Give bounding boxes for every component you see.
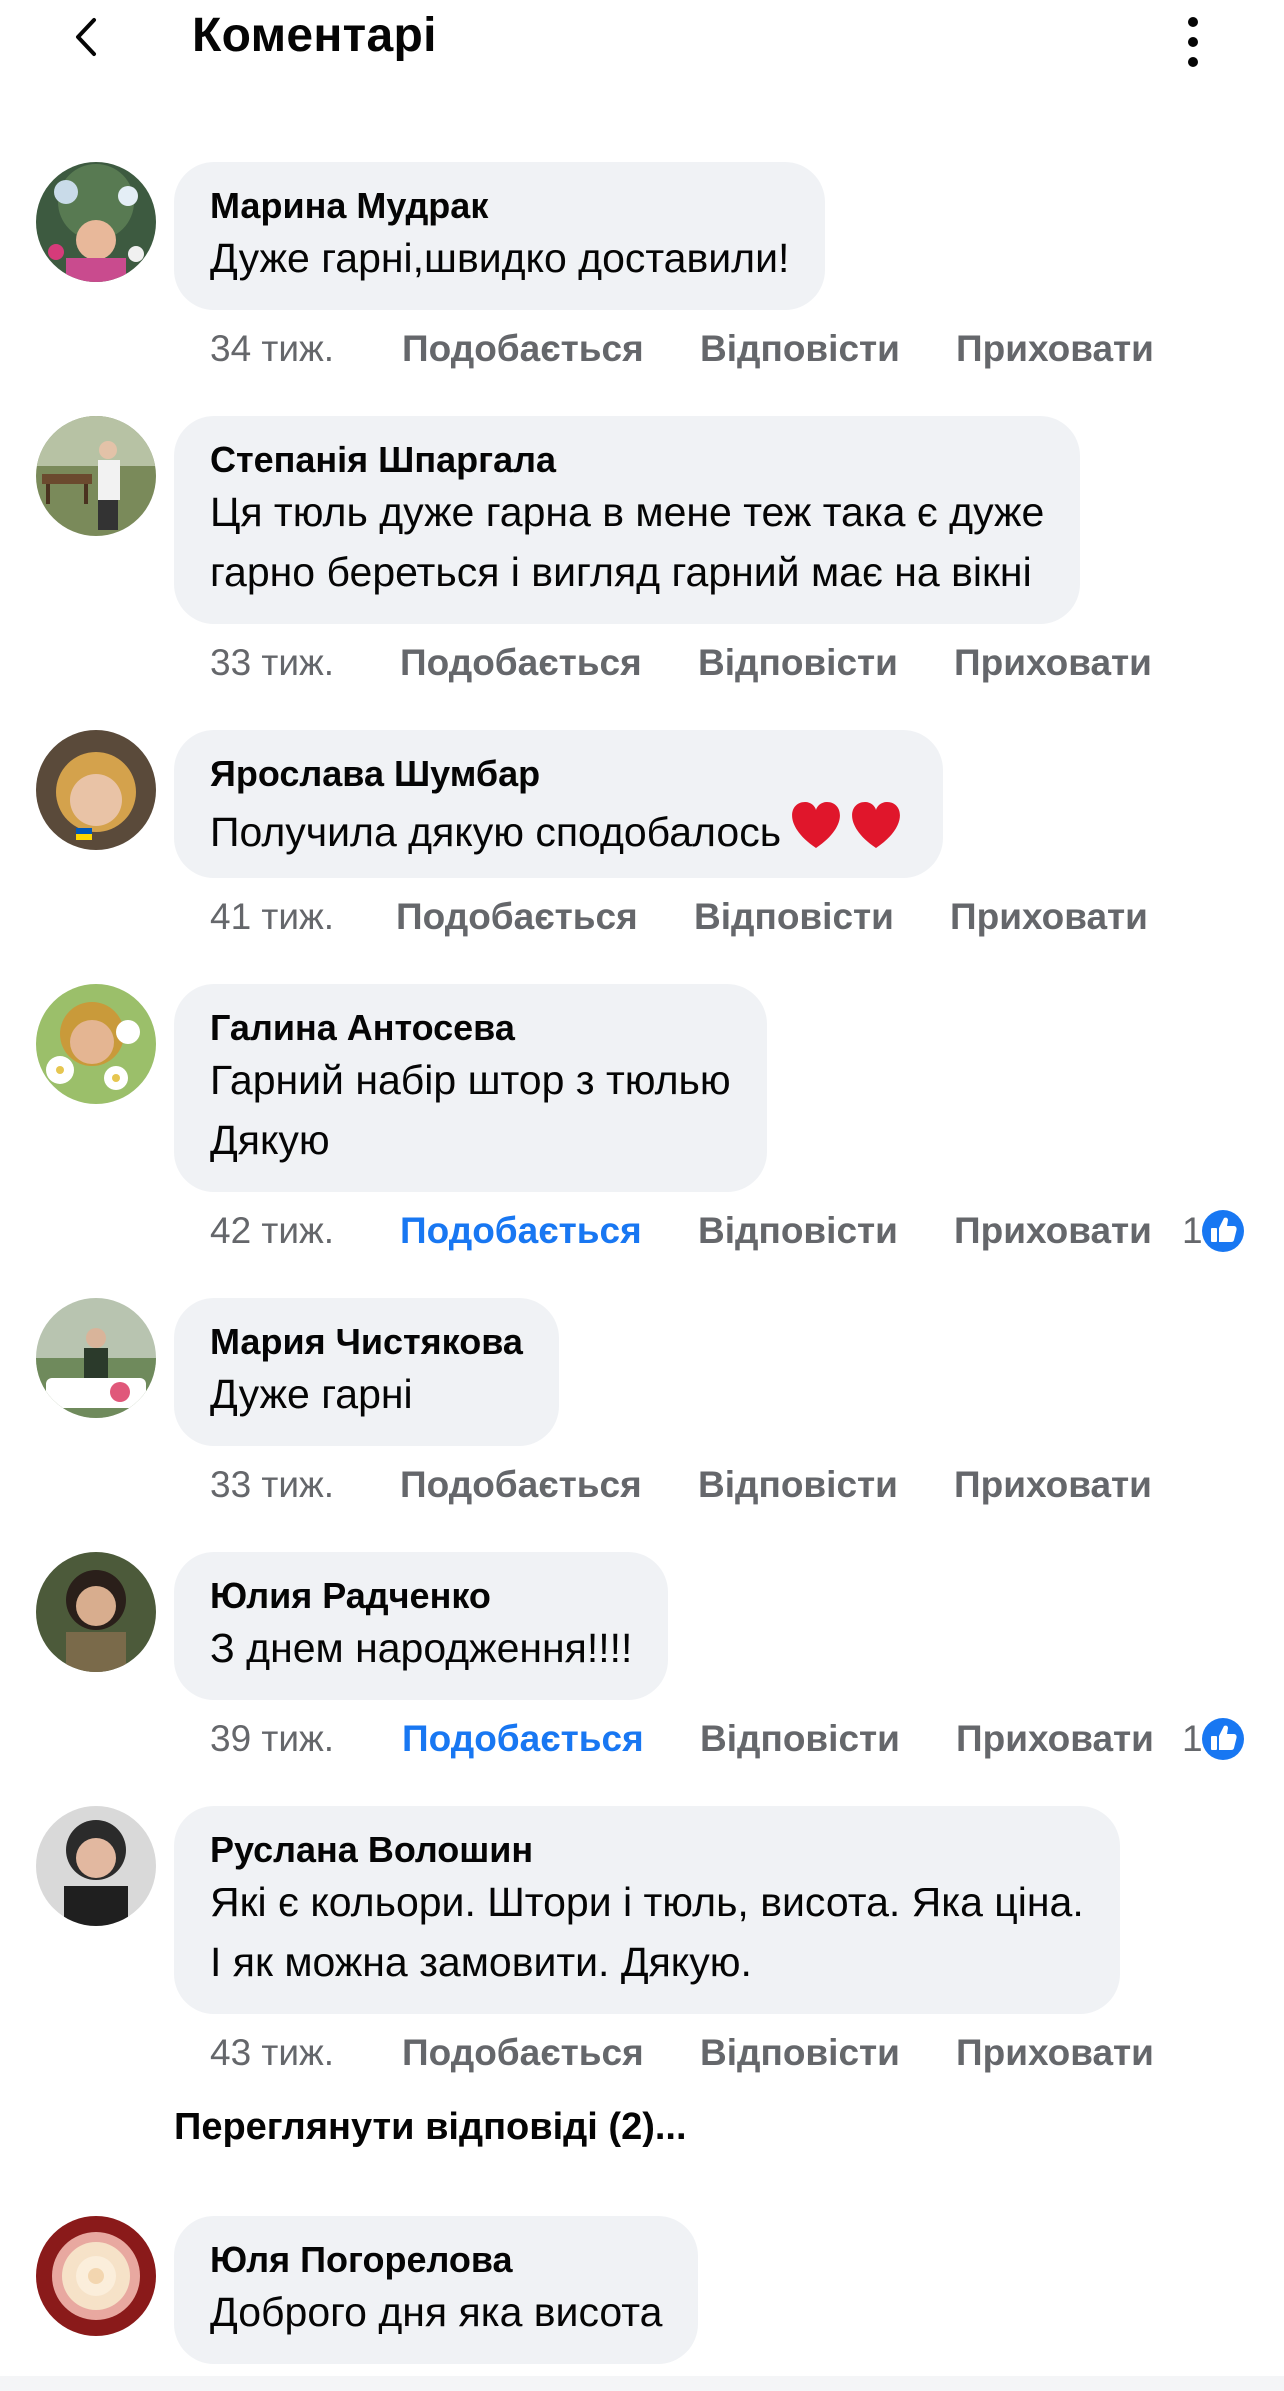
hide-button[interactable]: Приховати: [956, 1718, 1154, 1760]
comment-author[interactable]: Руслана Волошин: [210, 1828, 1084, 1872]
like-thumb-icon: [1199, 1207, 1247, 1255]
comment-author[interactable]: Юлия Радченко: [210, 1574, 632, 1618]
avatar-image: [36, 162, 156, 282]
comment-bubble: Руслана Волошин Які є кольори. Штори і т…: [174, 1806, 1120, 2014]
avatar[interactable]: [36, 984, 156, 1104]
comment-bubble: Юля Погорелова Доброго дня яка висота: [174, 2216, 699, 2364]
comment-bubble: Марина Мудрак Дуже гарні,швидко доставил…: [174, 162, 826, 310]
like-button[interactable]: Подобається: [402, 1718, 644, 1760]
reaction-summary[interactable]: 1: [1182, 1714, 1252, 1764]
avatar[interactable]: [36, 1552, 156, 1672]
header-bar: Коментарі: [0, 0, 1284, 90]
avatar-image: [36, 1552, 156, 1672]
avatar[interactable]: [36, 730, 156, 850]
hide-button[interactable]: Приховати: [954, 1210, 1152, 1252]
like-button[interactable]: Подобається: [400, 642, 642, 684]
avatar-image: [36, 2216, 156, 2336]
avatar-image: [36, 984, 156, 1104]
page-title: Коментарі: [192, 9, 437, 62]
reply-button[interactable]: Відповісти: [698, 1210, 898, 1252]
comment-text: Дуже гарні: [210, 1371, 413, 1417]
comment-text: Дуже гарні,швидко доставили!: [210, 235, 790, 281]
avatar-image: [36, 1298, 156, 1418]
comment-bubble: Ярослава Шумбар Получила дякую сподобало…: [174, 730, 944, 878]
hide-button[interactable]: Приховати: [950, 896, 1148, 938]
avatar[interactable]: [36, 1298, 156, 1418]
comment-author[interactable]: Галина Антосева: [210, 1006, 731, 1050]
like-button[interactable]: Подобається: [400, 1210, 642, 1252]
like-thumb-icon: [1199, 1715, 1247, 1763]
reply-button[interactable]: Відповісти: [694, 896, 894, 938]
comment-text: З днем народження!!!!: [210, 1625, 633, 1671]
hide-button[interactable]: Приховати: [956, 328, 1154, 370]
like-button[interactable]: Подобається: [400, 1464, 642, 1506]
heart-emoji-icon: [787, 796, 907, 868]
avatar-image: [36, 1806, 156, 1926]
chevron-left-icon: [76, 18, 96, 56]
comment-timestamp[interactable]: 43 тиж.: [210, 2032, 334, 2074]
reply-button[interactable]: Відповісти: [700, 2032, 900, 2074]
like-button[interactable]: Подобається: [402, 328, 644, 370]
hide-button[interactable]: Приховати: [956, 2032, 1154, 2074]
comment-text: Які є кольори. Штори і тюль, висота. Яка…: [210, 1879, 1084, 1985]
comment-text-content: Получила дякую сподобалось: [210, 809, 782, 855]
avatar-image: [36, 416, 156, 536]
avatar[interactable]: [36, 2216, 156, 2336]
vertical-dots-icon: [1188, 17, 1198, 67]
comment-text: Гарний набір штор з тюлью Дякую: [210, 1057, 731, 1163]
back-button[interactable]: [62, 8, 112, 66]
hide-button[interactable]: Приховати: [954, 642, 1152, 684]
comment-bubble: Галина Антосева Гарний набір штор з тюль…: [174, 984, 767, 1192]
comment-text: Получила дякую сподобалось: [210, 796, 907, 868]
avatar[interactable]: [36, 416, 156, 536]
comment-timestamp[interactable]: 39 тиж.: [210, 1718, 334, 1760]
comment-timestamp[interactable]: 41 тиж.: [210, 896, 334, 938]
comment-timestamp[interactable]: 34 тиж.: [210, 328, 334, 370]
comment-timestamp[interactable]: 33 тиж.: [210, 1464, 334, 1506]
avatar-image: [36, 730, 156, 850]
comment-timestamp[interactable]: 33 тиж.: [210, 642, 334, 684]
reaction-summary[interactable]: 1: [1182, 1206, 1252, 1256]
view-replies-link[interactable]: Переглянути відповіді (2)...: [174, 2106, 687, 2149]
comment-author[interactable]: Марина Мудрак: [210, 184, 789, 228]
reply-button[interactable]: Відповісти: [700, 328, 900, 370]
comment-timestamp[interactable]: 42 тиж.: [210, 1210, 334, 1252]
comment-author[interactable]: Мария Чистякова: [210, 1320, 523, 1364]
like-button[interactable]: Подобається: [402, 2032, 644, 2074]
more-options-button[interactable]: [1168, 10, 1218, 74]
comment-bubble: Степанія Шпаргала Ця тюль дуже гарна в м…: [174, 416, 1081, 624]
comment-author[interactable]: Степанія Шпаргала: [210, 438, 1044, 482]
comment-author[interactable]: Юля Погорелова: [210, 2238, 662, 2282]
reply-button[interactable]: Відповісти: [698, 642, 898, 684]
reply-button[interactable]: Відповісти: [698, 1464, 898, 1506]
comment-bubble: Юлия Радченко З днем народження!!!!: [174, 1552, 669, 1700]
comment-bubble: Мария Чистякова Дуже гарні: [174, 1298, 559, 1446]
comment-author[interactable]: Ярослава Шумбар: [210, 752, 907, 796]
comment-text: Ця тюль дуже гарна в мене теж така є дуж…: [210, 489, 1045, 595]
avatar[interactable]: [36, 162, 156, 282]
hide-button[interactable]: Приховати: [954, 1464, 1152, 1506]
comment-text: Доброго дня яка висота: [210, 2289, 663, 2335]
bottom-divider: [0, 2376, 1284, 2391]
avatar[interactable]: [36, 1806, 156, 1926]
like-button[interactable]: Подобається: [396, 896, 638, 938]
reply-button[interactable]: Відповісти: [700, 1718, 900, 1760]
